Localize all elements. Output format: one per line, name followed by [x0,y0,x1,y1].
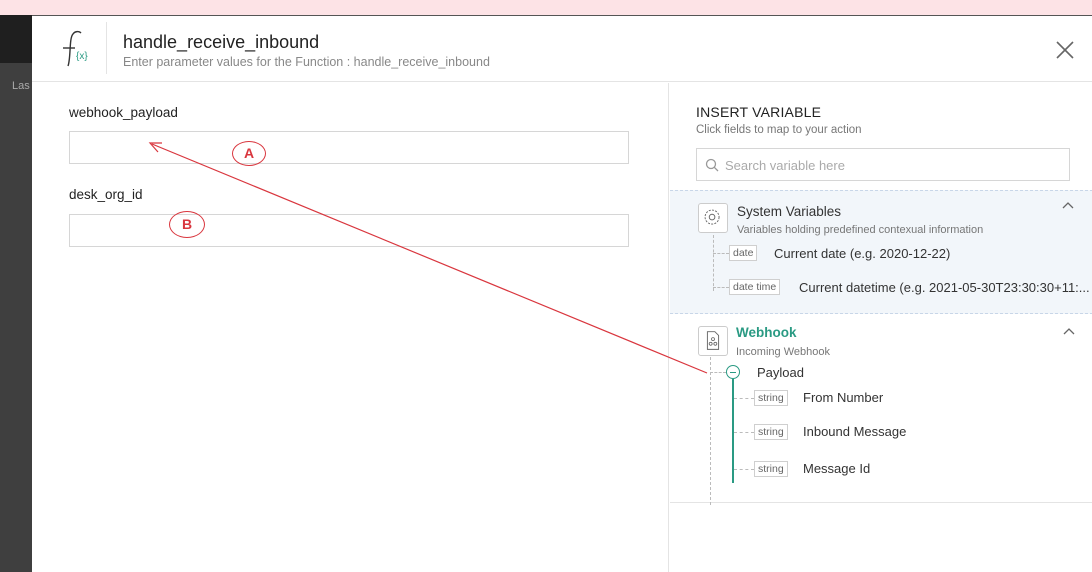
webhook-payload-label: webhook_payload [69,105,178,120]
variable-search-input[interactable] [725,153,1055,177]
backdrop-topbar [0,15,32,63]
search-icon [705,158,719,172]
payload-group-label[interactable]: Payload [757,365,804,380]
modal-header: {x} handle_receive_inbound Enter paramet… [32,16,1092,82]
tree-line [734,432,754,433]
tree-line [734,398,754,399]
modal-subtitle: Enter parameter values for the Function … [123,55,490,69]
gear-icon [704,209,720,225]
chevron-up-icon[interactable] [1062,201,1074,209]
tree-line [713,287,729,288]
function-parameter-modal: {x} handle_receive_inbound Enter paramet… [32,15,1092,572]
type-tag: string [754,390,788,406]
backdrop-partial-text: Las [12,80,30,92]
collapse-payload-icon[interactable] [726,365,740,379]
backdrop-sidebar [0,15,32,572]
type-tag: date time [729,279,781,295]
type-tag: string [754,424,788,440]
variable-search-box[interactable] [696,148,1070,181]
webhook-icon [706,331,720,350]
variable-message-id[interactable]: Message Id [803,461,870,476]
tree-line [713,235,714,291]
svg-text:{x}: {x} [76,51,88,62]
variable-inbound-message[interactable]: Inbound Message [803,424,906,439]
webhook-subtitle: Incoming Webhook [736,346,830,358]
webhook-section: Webhook Incoming Webhook Payload string … [670,315,1092,505]
insert-variable-panel: INSERT VARIABLE Click fields to map to y… [668,83,1092,572]
system-variables-subtitle: Variables holding predefined contexual i… [737,224,984,236]
type-tag: date [729,245,758,261]
annotation-marker-a: A [232,141,266,166]
annotation-marker-b: B [169,211,205,238]
webhook-payload-input[interactable] [69,131,629,164]
variable-current-datetime[interactable]: Current datetime (e.g. 2021-05-30T23:30:… [799,280,1090,295]
variable-current-date[interactable]: Current date (e.g. 2020-12-22) [774,246,950,261]
close-icon[interactable] [1055,40,1075,60]
webhook-title: Webhook [736,325,797,340]
insert-variable-subtitle: Click fields to map to your action [696,124,862,136]
chevron-up-icon[interactable] [1063,327,1075,335]
system-variables-title: System Variables [737,204,842,219]
desk-org-id-label: desk_org_id [69,187,143,202]
variable-from-number[interactable]: From Number [803,390,883,405]
webhook-icon-box [698,326,728,356]
tree-line [734,469,754,470]
tree-line [710,372,726,373]
type-tag: string [754,461,788,477]
tree-line [710,357,711,505]
insert-variable-title: INSERT VARIABLE [696,104,822,120]
modal-title: handle_receive_inbound [123,32,320,52]
header-divider [106,22,107,74]
payload-tree-line [732,379,734,483]
function-icon: {x} [63,30,88,67]
parameters-panel: webhook_payload desk_org_id [32,83,668,572]
tree-line [713,253,729,254]
system-variables-section: System Variables Variables holding prede… [670,190,1092,314]
system-variables-icon-box [698,203,728,233]
desk-org-id-input[interactable] [69,214,629,247]
